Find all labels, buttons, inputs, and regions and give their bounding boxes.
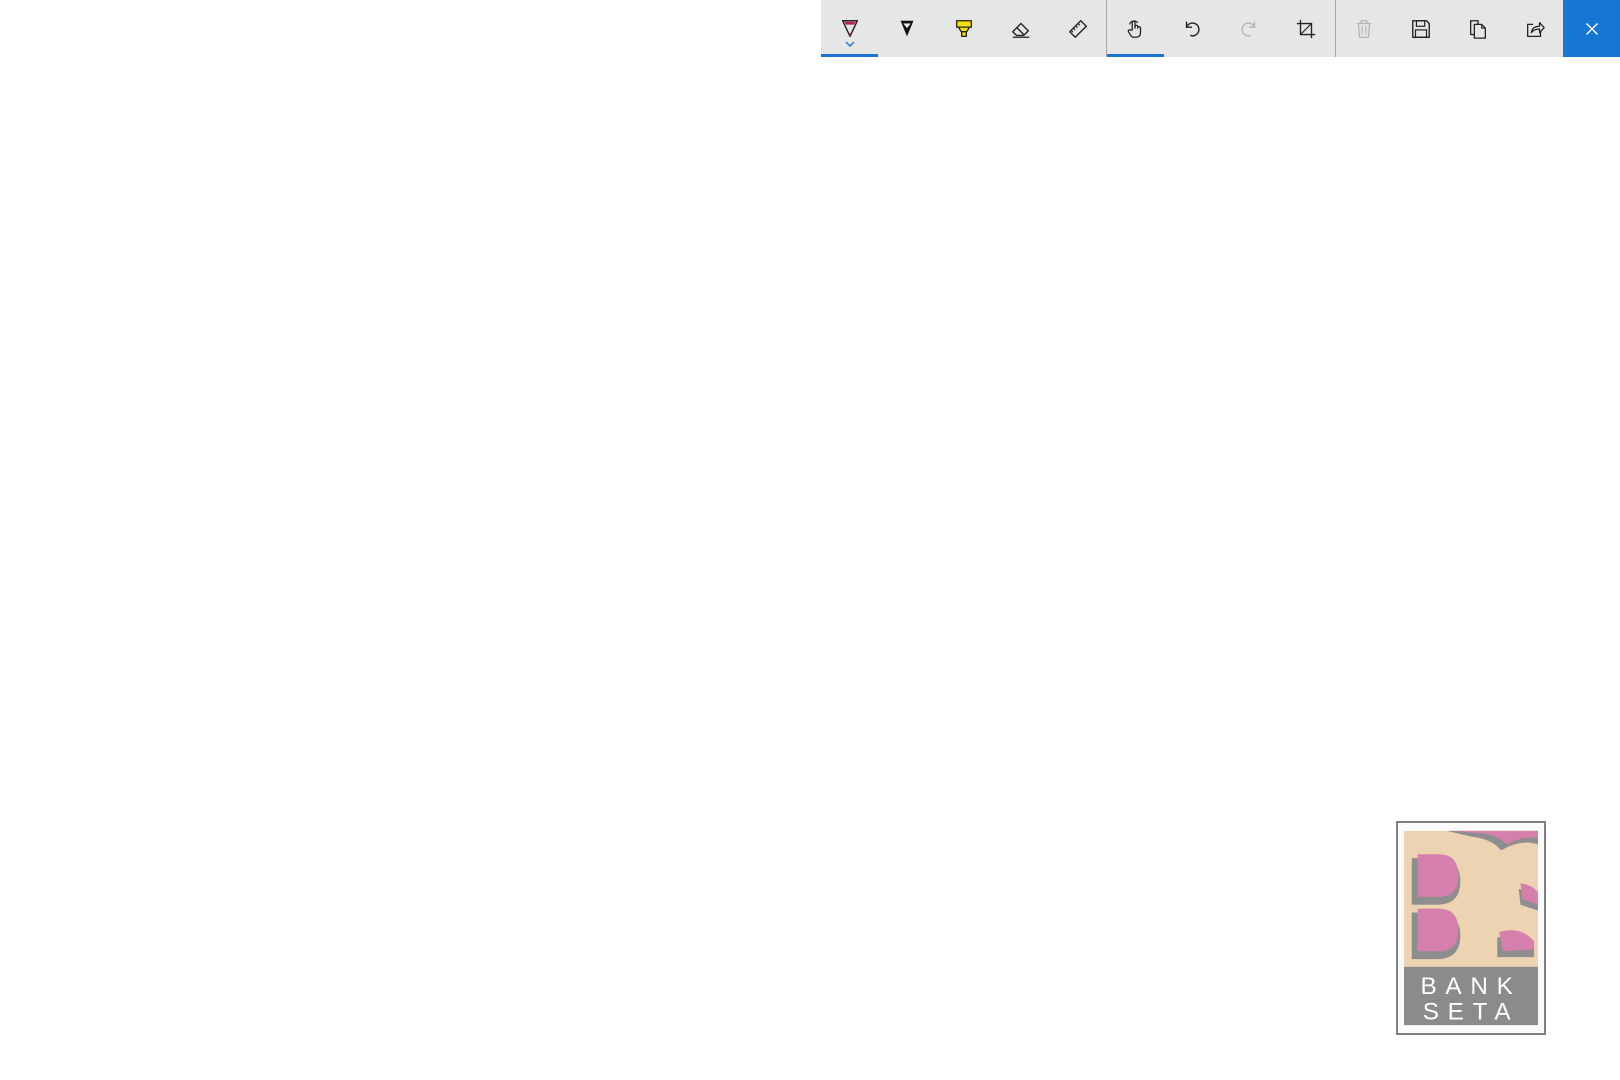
ruler-icon xyxy=(1068,19,1087,38)
redo-icon xyxy=(1241,21,1256,37)
highlighter-button[interactable] xyxy=(935,0,992,57)
bankseta-logo: BANK SETA xyxy=(1396,821,1546,1035)
undo-button[interactable] xyxy=(1164,0,1221,57)
redo-button[interactable] xyxy=(1221,0,1278,57)
pen-icon xyxy=(841,19,858,37)
undo-icon xyxy=(1185,21,1200,37)
save-icon xyxy=(1411,19,1430,38)
touch-icon xyxy=(1127,20,1142,38)
close-icon xyxy=(1585,22,1598,35)
ink-tools-group xyxy=(821,0,1106,57)
eraser-button[interactable] xyxy=(992,0,1049,57)
share-button[interactable] xyxy=(1506,0,1563,57)
crop-icon xyxy=(1296,19,1316,38)
logo-text-line1: BANK xyxy=(1420,973,1521,1000)
copy-icon xyxy=(1469,19,1486,39)
drawing-canvas[interactable] xyxy=(0,0,1620,1080)
file-tools-group xyxy=(1335,0,1620,57)
pencil-button[interactable] xyxy=(878,0,935,57)
trash-icon xyxy=(1356,19,1371,38)
bankseta-logo-graphic: BANK SETA xyxy=(1404,830,1538,1025)
logo-text-line2: SETA xyxy=(1423,998,1520,1025)
crop-button[interactable] xyxy=(1278,0,1335,57)
chevron-down-icon[interactable] xyxy=(845,41,855,47)
ruler-button[interactable] xyxy=(1049,0,1106,57)
share-icon xyxy=(1526,21,1545,37)
eraser-icon xyxy=(1011,22,1029,38)
ballpoint-pen-button[interactable] xyxy=(821,0,878,57)
copy-button[interactable] xyxy=(1449,0,1506,57)
highlighter-icon xyxy=(955,19,972,37)
ink-toolbar xyxy=(821,0,1620,57)
pencil-icon xyxy=(900,20,913,36)
touch-writing-button[interactable] xyxy=(1106,0,1164,57)
edit-tools-group xyxy=(1106,0,1335,57)
save-button[interactable] xyxy=(1392,0,1449,57)
close-button[interactable] xyxy=(1563,0,1620,57)
delete-button[interactable] xyxy=(1335,0,1392,57)
